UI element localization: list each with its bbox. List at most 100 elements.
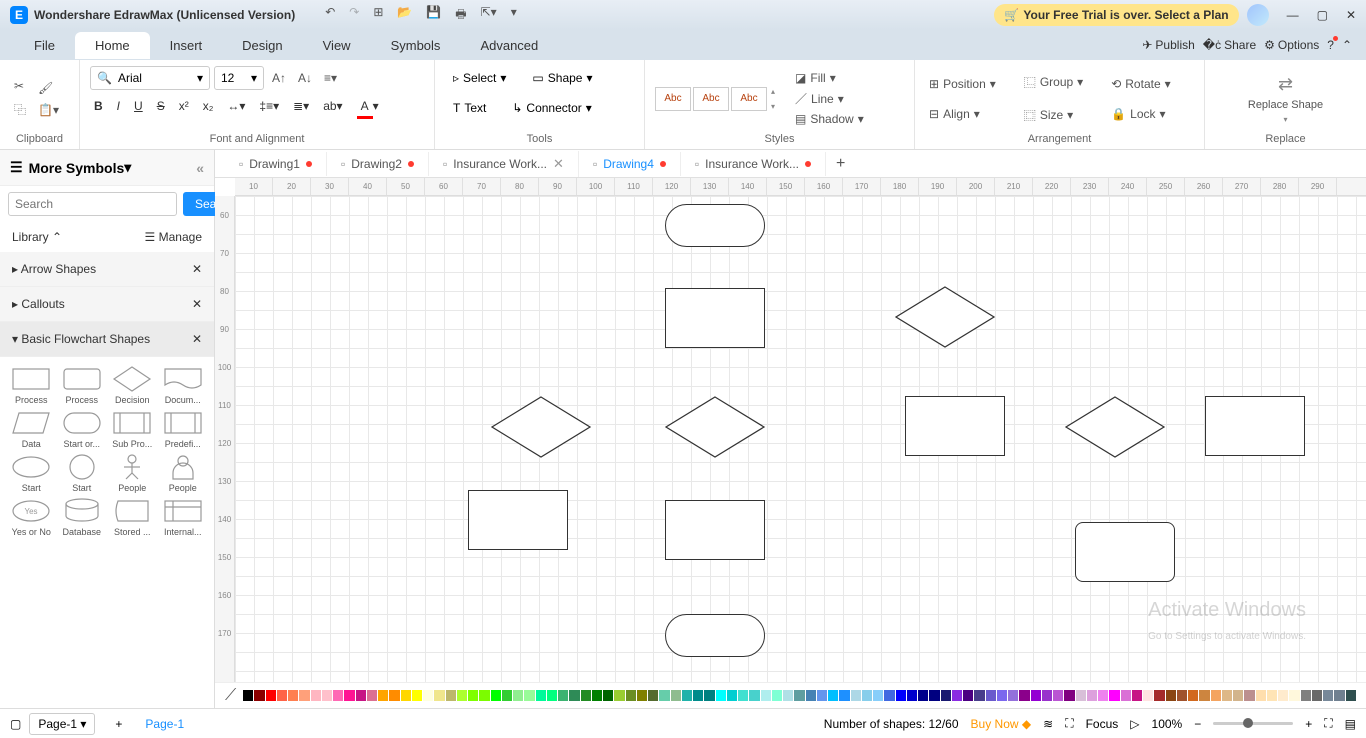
color-swatch[interactable] xyxy=(446,690,456,701)
menu-design[interactable]: Design xyxy=(222,32,302,59)
color-swatch[interactable] xyxy=(941,690,951,701)
publish-button[interactable]: ✈ Publish xyxy=(1142,38,1194,52)
presentation-icon[interactable]: ▷ xyxy=(1130,717,1139,731)
color-swatch[interactable] xyxy=(997,690,1007,701)
color-swatch[interactable] xyxy=(1098,690,1108,701)
position-button[interactable]: ⊞ Position ▾ xyxy=(925,76,1000,92)
connector-tool[interactable]: ↳ Connector ▾ xyxy=(504,96,599,120)
replace-shape-button[interactable]: Replace Shape xyxy=(1248,99,1323,111)
shape-stencil[interactable]: People xyxy=(109,453,156,493)
color-swatch[interactable] xyxy=(1008,690,1018,701)
increase-font-icon[interactable]: A↑ xyxy=(268,69,290,87)
color-swatch[interactable] xyxy=(761,690,771,701)
decrease-font-icon[interactable]: A↓ xyxy=(294,69,316,87)
color-swatch[interactable] xyxy=(1301,690,1311,701)
format-painter-icon[interactable]: 🖌 xyxy=(34,79,63,97)
close-category-icon[interactable]: ✕ xyxy=(192,332,202,346)
page-select[interactable]: Page-1 ▾ xyxy=(29,713,95,735)
color-swatch[interactable] xyxy=(862,690,872,701)
canvas-shape-terminator[interactable] xyxy=(665,614,765,657)
color-swatch[interactable] xyxy=(344,690,354,701)
color-swatch[interactable] xyxy=(693,690,703,701)
superscript-button[interactable]: x² xyxy=(175,96,193,116)
qat-more-icon[interactable]: ▾ xyxy=(511,5,517,26)
bullets-icon[interactable]: ≣▾ xyxy=(289,96,313,116)
manage-link[interactable]: ☰ Manage xyxy=(145,230,202,244)
page-tab[interactable]: Page-1 xyxy=(132,712,197,736)
doc-tab[interactable]: ▫Insurance Work...✕ xyxy=(429,151,579,177)
print-icon[interactable]: 🖶 xyxy=(455,5,466,26)
layers-icon[interactable]: ≋ xyxy=(1043,717,1053,731)
color-swatch[interactable] xyxy=(367,690,377,701)
color-swatch[interactable] xyxy=(1312,690,1322,701)
color-swatch[interactable] xyxy=(468,690,478,701)
canvas-shape-process[interactable] xyxy=(1205,396,1305,456)
color-swatch[interactable] xyxy=(738,690,748,701)
cut-icon[interactable]: ✂ xyxy=(10,77,30,95)
menu-symbols[interactable]: Symbols xyxy=(371,32,461,59)
open-icon[interactable]: 📂 xyxy=(397,5,412,26)
select-tool[interactable]: ▹ Select ▾ xyxy=(445,66,514,90)
color-swatch[interactable] xyxy=(1087,690,1097,701)
style-preset-1[interactable]: Abc xyxy=(655,87,691,111)
color-swatch[interactable] xyxy=(592,690,602,701)
color-swatch[interactable] xyxy=(558,690,568,701)
color-swatch[interactable] xyxy=(1143,690,1153,701)
underline-button[interactable]: U xyxy=(130,96,147,116)
color-swatch[interactable] xyxy=(1278,690,1288,701)
export-icon[interactable]: ⇱▾ xyxy=(481,5,497,26)
replace-shape-icon[interactable]: ⇄ xyxy=(1278,74,1293,95)
rotate-button[interactable]: ⟲ Rotate ▾ xyxy=(1107,76,1174,92)
shape-stencil[interactable]: Decision xyxy=(109,365,156,405)
color-swatch[interactable] xyxy=(907,690,917,701)
canvas-shape-decision[interactable] xyxy=(1065,396,1165,458)
bold-button[interactable]: B xyxy=(90,96,107,116)
color-swatch[interactable] xyxy=(356,690,366,701)
color-swatch[interactable] xyxy=(682,690,692,701)
color-swatch[interactable] xyxy=(1177,690,1187,701)
doc-tab[interactable]: ▫Drawing4 xyxy=(579,152,681,176)
color-swatch[interactable] xyxy=(547,690,557,701)
color-swatch[interactable] xyxy=(963,690,973,701)
color-swatch[interactable] xyxy=(603,690,613,701)
color-swatch[interactable] xyxy=(626,690,636,701)
fit-page-icon[interactable]: ⛶ xyxy=(1324,716,1332,731)
share-button[interactable]: �ċ Share xyxy=(1203,38,1256,52)
shape-stencil[interactable]: Start or... xyxy=(59,409,106,449)
color-swatch[interactable] xyxy=(1323,690,1333,701)
size-button[interactable]: ⿴ Size ▾ xyxy=(1020,106,1087,125)
align-icon[interactable]: ≡▾ xyxy=(320,69,341,87)
canvas-shape-decision[interactable] xyxy=(665,396,765,458)
align-button[interactable]: ⊟ Align ▾ xyxy=(925,106,1000,122)
close-category-icon[interactable]: ✕ xyxy=(192,262,202,276)
color-swatch[interactable] xyxy=(333,690,343,701)
eyedropper-icon[interactable]: ⟋ xyxy=(225,687,236,705)
color-swatch[interactable] xyxy=(536,690,546,701)
color-swatch[interactable] xyxy=(502,690,512,701)
color-swatch[interactable] xyxy=(1233,690,1243,701)
shape-tool[interactable]: ▭ Shape ▾ xyxy=(524,66,600,90)
color-swatch[interactable] xyxy=(817,690,827,701)
doc-tab[interactable]: ▫Drawing2 xyxy=(327,152,429,176)
lock-button[interactable]: 🔒 Lock ▾ xyxy=(1107,106,1174,122)
buy-now-link[interactable]: Buy Now ◆ xyxy=(971,717,1032,731)
doc-tab[interactable]: ▫Drawing1 xyxy=(225,152,327,176)
color-swatch[interactable] xyxy=(828,690,838,701)
color-swatch[interactable] xyxy=(569,690,579,701)
shape-stencil[interactable]: YesYes or No xyxy=(8,497,55,537)
color-swatch[interactable] xyxy=(299,690,309,701)
category-callouts[interactable]: ▸ Callouts ✕ xyxy=(0,287,214,322)
add-page-icon[interactable]: + xyxy=(105,717,132,731)
collapse-ribbon-icon[interactable]: ⌃ xyxy=(1342,38,1352,52)
color-swatch[interactable] xyxy=(896,690,906,701)
color-swatch[interactable] xyxy=(457,690,467,701)
fullscreen-icon[interactable]: ⛶ xyxy=(1065,716,1073,731)
menu-file[interactable]: File xyxy=(14,32,75,59)
close-tab-icon[interactable]: ✕ xyxy=(553,156,564,172)
color-swatch[interactable] xyxy=(1199,690,1209,701)
library-link[interactable]: Library ⌃ xyxy=(12,230,62,244)
color-swatch[interactable] xyxy=(491,690,501,701)
color-swatch[interactable] xyxy=(254,690,264,701)
highlight-icon[interactable]: ab▾ xyxy=(319,96,346,116)
shape-stencil[interactable]: Sub Pro... xyxy=(109,409,156,449)
